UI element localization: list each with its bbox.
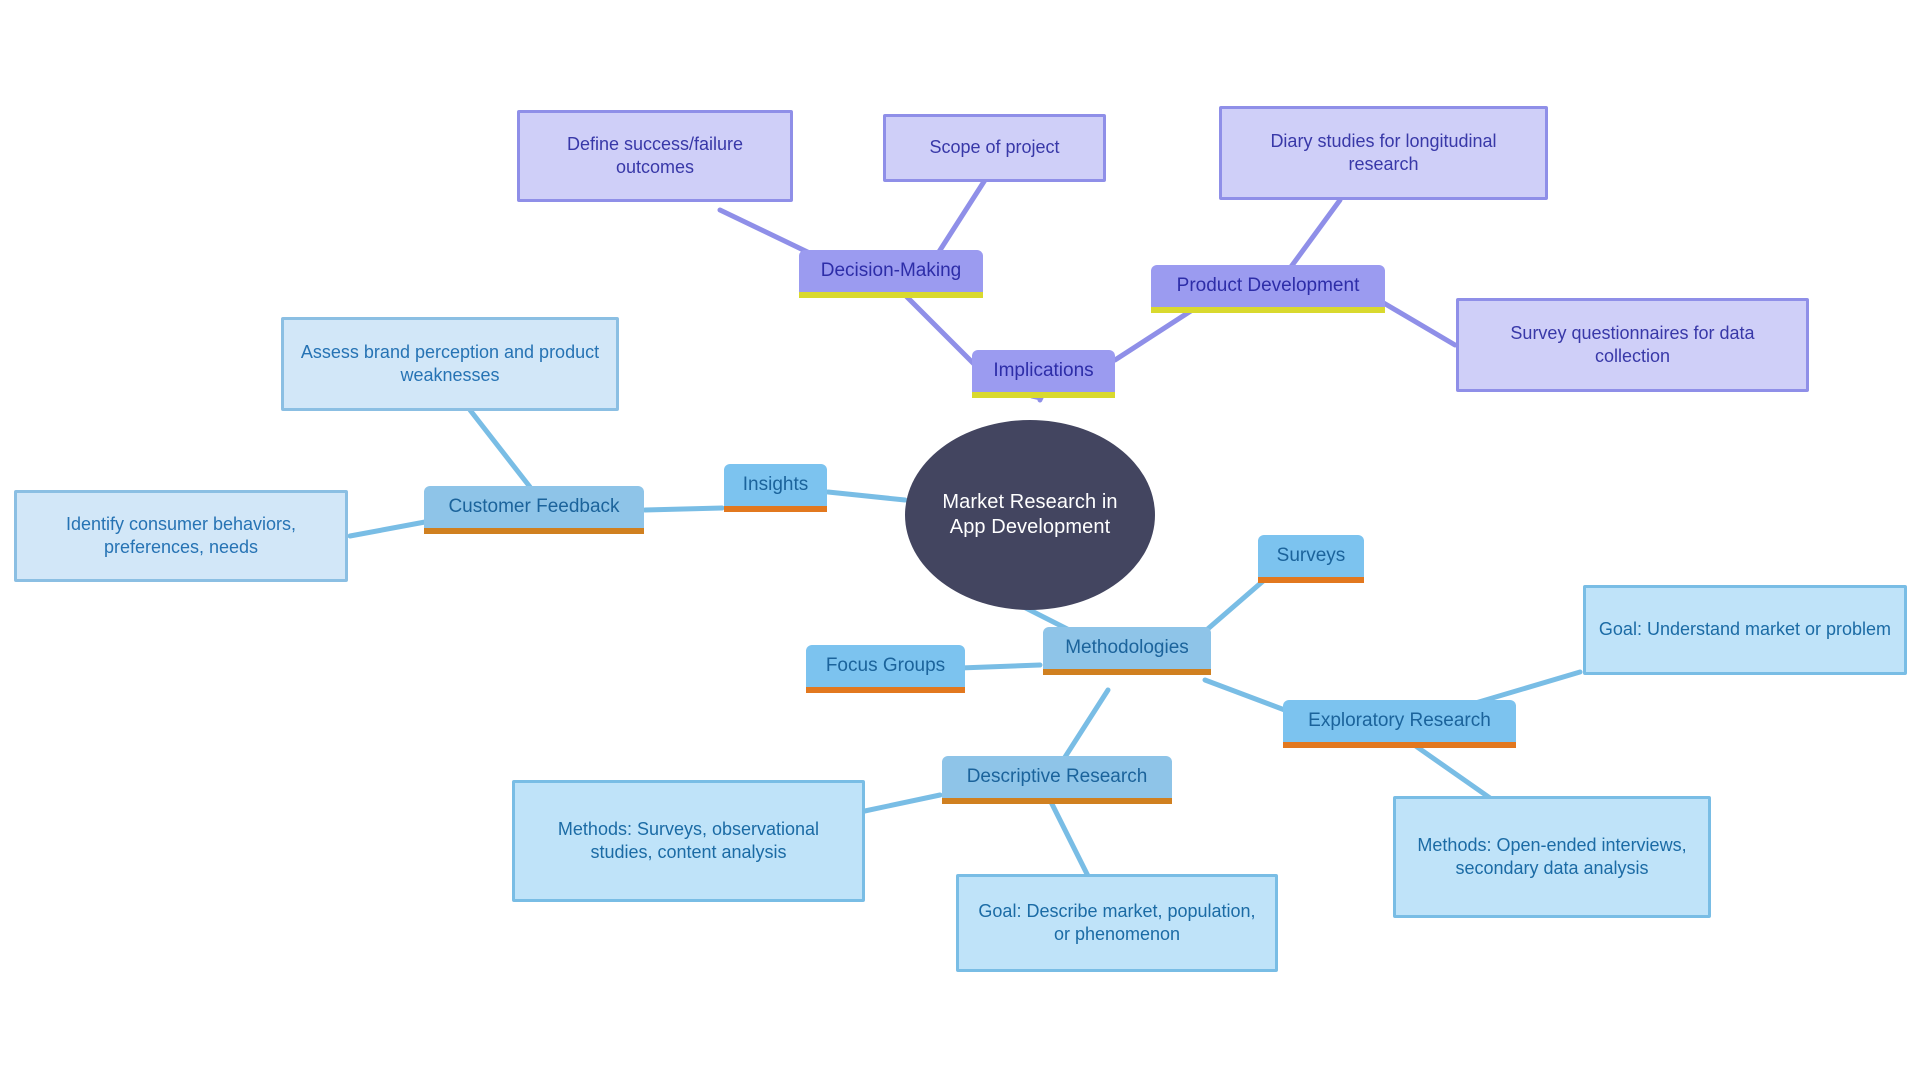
node-implications-label: Implications bbox=[993, 359, 1094, 381]
edge-descriptive-methods bbox=[857, 792, 943, 815]
edge-methodologies-exploratory bbox=[1202, 677, 1293, 715]
node-insights-label: Insights bbox=[742, 473, 809, 495]
edge-product-survey-q bbox=[1379, 299, 1458, 348]
node-descriptive-methods-label: Methods: Surveys, observational studies,… bbox=[557, 818, 820, 862]
node-exploratory-methods-label: Methods: Open-ended interviews, secondar… bbox=[1417, 834, 1687, 878]
node-descriptive-goal-label: Goal: Describe market, population, or ph… bbox=[978, 900, 1256, 944]
node-exploratory-research-label: Exploratory Research bbox=[1308, 709, 1491, 731]
node-product-development-label: Product Development bbox=[1176, 274, 1360, 296]
node-define-outcomes[interactable]: Define success/failure outcomes bbox=[517, 110, 793, 202]
node-scope-of-project-label: Scope of project bbox=[929, 137, 1060, 158]
edge-descriptive-goal bbox=[1047, 797, 1093, 883]
node-assess-brand-label: Assess brand perception and product weak… bbox=[300, 341, 600, 385]
node-descriptive-research-label: Descriptive Research bbox=[966, 765, 1148, 787]
node-survey-questionnaires-label: Survey questionnaires for data collectio… bbox=[1510, 322, 1755, 366]
node-define-outcomes-label: Define success/failure outcomes bbox=[566, 133, 744, 177]
node-descriptive-methods[interactable]: Methods: Surveys, observational studies,… bbox=[512, 780, 865, 902]
node-decision-making-label: Decision-Making bbox=[820, 259, 962, 281]
node-identify-consumer-label: Identify consumer behaviors, preferences… bbox=[65, 513, 297, 557]
node-methodologies[interactable]: Methodologies bbox=[1043, 627, 1211, 675]
edge-methodologies-focus bbox=[957, 662, 1043, 671]
edge-implications-product bbox=[1112, 302, 1203, 363]
node-surveys[interactable]: Surveys bbox=[1258, 535, 1364, 583]
node-product-development[interactable]: Product Development bbox=[1151, 265, 1385, 313]
node-exploratory-research[interactable]: Exploratory Research bbox=[1283, 700, 1516, 748]
node-focus-groups-label: Focus Groups bbox=[825, 654, 946, 676]
edge-exploratory-methods bbox=[1407, 739, 1493, 801]
node-methodologies-label: Methodologies bbox=[1065, 636, 1189, 658]
node-descriptive-research[interactable]: Descriptive Research bbox=[942, 756, 1172, 804]
node-diary-studies-label: Diary studies for longitudinal research bbox=[1270, 130, 1497, 174]
edge-product-diary bbox=[1282, 197, 1343, 278]
edge-customer-assess bbox=[467, 407, 533, 490]
node-surveys-label: Surveys bbox=[1276, 544, 1346, 566]
node-insights[interactable]: Insights bbox=[724, 464, 827, 512]
node-exploratory-goal-label: Goal: Understand market or problem bbox=[1598, 619, 1892, 640]
node-decision-making[interactable]: Decision-Making bbox=[799, 250, 983, 298]
node-implications[interactable]: Implications bbox=[972, 350, 1115, 398]
node-scope-of-project[interactable]: Scope of project bbox=[883, 114, 1106, 182]
node-identify-consumer[interactable]: Identify consumer behaviors, preferences… bbox=[14, 490, 348, 582]
node-exploratory-goal[interactable]: Goal: Understand market or problem bbox=[1583, 585, 1907, 675]
node-exploratory-methods[interactable]: Methods: Open-ended interviews, secondar… bbox=[1393, 796, 1711, 918]
node-customer-feedback-label: Customer Feedback bbox=[448, 495, 620, 517]
root-node[interactable]: Market Research in App Development bbox=[905, 420, 1155, 610]
node-focus-groups[interactable]: Focus Groups bbox=[806, 645, 965, 693]
node-diary-studies[interactable]: Diary studies for longitudinal research bbox=[1219, 106, 1548, 200]
mind-map-canvas: Market Research in App Development Impli… bbox=[0, 0, 1920, 1080]
root-node-label: Market Research in App Development bbox=[942, 491, 1118, 538]
node-assess-brand[interactable]: Assess brand perception and product weak… bbox=[281, 317, 619, 411]
edge-customer-identify bbox=[347, 519, 428, 539]
node-descriptive-goal[interactable]: Goal: Describe market, population, or ph… bbox=[956, 874, 1278, 972]
edge-root-insights bbox=[825, 489, 908, 503]
edge-decision-scope bbox=[932, 177, 988, 261]
edge-implications-decision bbox=[897, 287, 978, 368]
node-survey-questionnaires[interactable]: Survey questionnaires for data collectio… bbox=[1456, 298, 1809, 392]
edge-insights-customer bbox=[642, 505, 725, 513]
node-customer-feedback[interactable]: Customer Feedback bbox=[424, 486, 644, 534]
